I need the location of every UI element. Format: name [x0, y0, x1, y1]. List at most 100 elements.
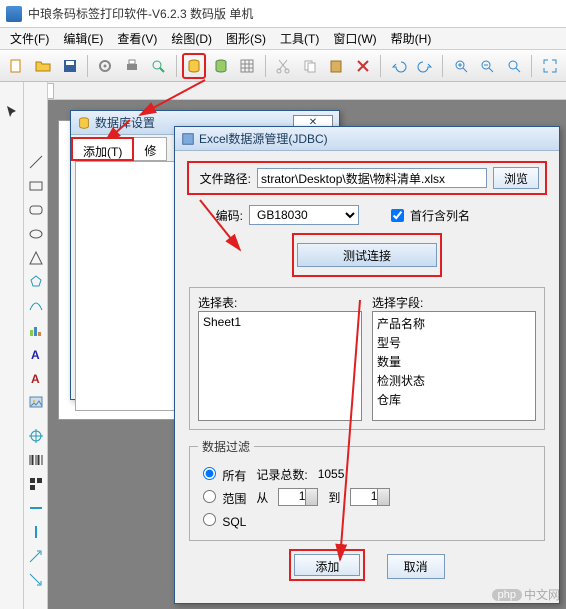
zoom-out-button[interactable] — [475, 53, 500, 79]
undo-button[interactable] — [386, 53, 411, 79]
browse-button[interactable]: 浏览 — [493, 167, 539, 189]
total-value: 1055 — [318, 467, 345, 481]
add-highlight: 添加 — [289, 549, 365, 581]
arrow2-tool[interactable] — [26, 570, 46, 590]
menu-tool[interactable]: 工具(T) — [274, 28, 325, 49]
tables-list[interactable]: Sheet1 — [198, 311, 362, 421]
redo-button[interactable] — [413, 53, 438, 79]
app-logo-icon — [6, 6, 22, 22]
menu-shape[interactable]: 图形(S) — [220, 28, 272, 49]
fields-list[interactable]: 产品名称型号数量检测状态仓库 — [372, 311, 536, 421]
field-row[interactable]: 仓库 — [375, 390, 533, 409]
svg-text:A: A — [31, 348, 40, 362]
roundrect-tool[interactable] — [26, 200, 46, 220]
select-fields-label: 选择字段: — [372, 294, 536, 311]
svg-text:A: A — [31, 372, 40, 386]
database-button[interactable] — [182, 53, 207, 79]
hline-tool[interactable] — [26, 498, 46, 518]
total-label: 记录总数: — [256, 466, 307, 483]
qrcode-tool[interactable] — [26, 474, 46, 494]
path-highlight-box: 文件路径: 浏览 — [187, 161, 547, 195]
watermark-badge: php — [492, 589, 522, 601]
test-conn-highlight: 测试连接 — [292, 233, 442, 277]
watermark: php 中文网 — [492, 586, 560, 603]
select-table-label: 选择表: — [198, 294, 362, 311]
ellipse-tool[interactable] — [26, 224, 46, 244]
excel-titlebar[interactable]: Excel数据源管理(JDBC) — [175, 127, 559, 151]
radio-sql[interactable]: SQL — [198, 510, 246, 529]
first-row-checkbox[interactable]: 首行含列名 — [387, 206, 470, 225]
menu-edit[interactable]: 编辑(E) — [57, 28, 109, 49]
excel-source-dialog: Excel数据源管理(JDBC) 文件路径: 浏览 编码: GB18030 首行… — [174, 126, 560, 604]
barcode-tool[interactable] — [26, 450, 46, 470]
tab-add[interactable]: 添加(T) — [71, 137, 134, 161]
menu-window[interactable]: 窗口(W) — [327, 28, 382, 49]
rect-tool[interactable] — [26, 176, 46, 196]
save-button[interactable] — [57, 53, 82, 79]
tool-strip-left — [0, 82, 24, 609]
triangle-tool[interactable] — [26, 248, 46, 268]
table-row[interactable]: Sheet1 — [201, 314, 359, 330]
filter-legend: 数据过滤 — [198, 438, 254, 455]
tool-strip-draw: A A — [24, 82, 48, 609]
richtext-tool[interactable]: A — [26, 368, 46, 388]
zoom-fit-button[interactable] — [502, 53, 527, 79]
to-label: 到 — [328, 489, 340, 506]
curve-tool[interactable] — [26, 296, 46, 316]
tab-modify[interactable]: 修 — [133, 137, 167, 161]
toolbar-main — [0, 50, 566, 82]
chart-tool[interactable] — [26, 320, 46, 340]
db-settings-title: 数据库设置 — [95, 114, 155, 131]
menu-view[interactable]: 查看(V) — [111, 28, 163, 49]
copy-button[interactable] — [297, 53, 322, 79]
pointer-tool[interactable] — [2, 102, 22, 122]
open-button[interactable] — [31, 53, 56, 79]
menu-draw[interactable]: 绘图(D) — [165, 28, 218, 49]
from-spinner[interactable]: 1 — [278, 488, 318, 506]
path-label: 文件路径: — [195, 170, 251, 187]
cut-button[interactable] — [271, 53, 296, 79]
titlebar: 中琅条码标签打印软件-V6.2.3 数码版 单机 — [0, 0, 566, 28]
menubar: 文件(F) 编辑(E) 查看(V) 绘图(D) 图形(S) 工具(T) 窗口(W… — [0, 28, 566, 50]
excel-icon — [181, 132, 195, 146]
field-row[interactable]: 检测状态 — [375, 371, 533, 390]
text-tool[interactable]: A — [26, 344, 46, 364]
image-tool[interactable] — [26, 392, 46, 412]
fullscreen-button[interactable] — [537, 53, 562, 79]
field-row[interactable]: 产品名称 — [375, 314, 533, 333]
from-label: 从 — [256, 489, 268, 506]
filter-group: 数据过滤 所有 记录总数: 1055 范围 从 1 到 1 SQL — [189, 438, 545, 541]
new-button[interactable] — [4, 53, 29, 79]
zoom-in-button[interactable] — [448, 53, 473, 79]
test-connection-button[interactable]: 测试连接 — [297, 243, 437, 267]
delete-button[interactable] — [351, 53, 376, 79]
app-title: 中琅条码标签打印软件-V6.2.3 数码版 单机 — [28, 5, 253, 22]
encoding-select[interactable]: GB18030 — [249, 205, 359, 225]
table-field-group: 选择表: Sheet1 选择字段: 产品名称型号数量检测状态仓库 — [189, 287, 545, 430]
print-button[interactable] — [120, 53, 145, 79]
settings-button[interactable] — [93, 53, 118, 79]
field-row[interactable]: 型号 — [375, 333, 533, 352]
vline-tool[interactable] — [26, 522, 46, 542]
encoding-label: 编码: — [187, 207, 243, 224]
menu-help[interactable]: 帮助(H) — [385, 28, 438, 49]
target-tool[interactable] — [26, 426, 46, 446]
add-button[interactable]: 添加 — [294, 554, 360, 576]
grid-button[interactable] — [235, 53, 260, 79]
arrow1-tool[interactable] — [26, 546, 46, 566]
preview-button[interactable] — [146, 53, 171, 79]
database2-button[interactable] — [208, 53, 233, 79]
radio-range[interactable]: 范围 — [198, 487, 246, 507]
cancel-button[interactable]: 取消 — [387, 554, 445, 579]
radio-all[interactable]: 所有 — [198, 464, 246, 484]
menu-file[interactable]: 文件(F) — [4, 28, 55, 49]
path-input[interactable] — [257, 168, 487, 188]
ruler-bar — [0, 82, 566, 100]
database-icon — [77, 116, 91, 130]
field-row[interactable]: 数量 — [375, 352, 533, 371]
excel-title: Excel数据源管理(JDBC) — [199, 130, 328, 147]
line-tool[interactable] — [26, 152, 46, 172]
to-spinner[interactable]: 1 — [350, 488, 390, 506]
polygon-tool[interactable] — [26, 272, 46, 292]
paste-button[interactable] — [324, 53, 349, 79]
